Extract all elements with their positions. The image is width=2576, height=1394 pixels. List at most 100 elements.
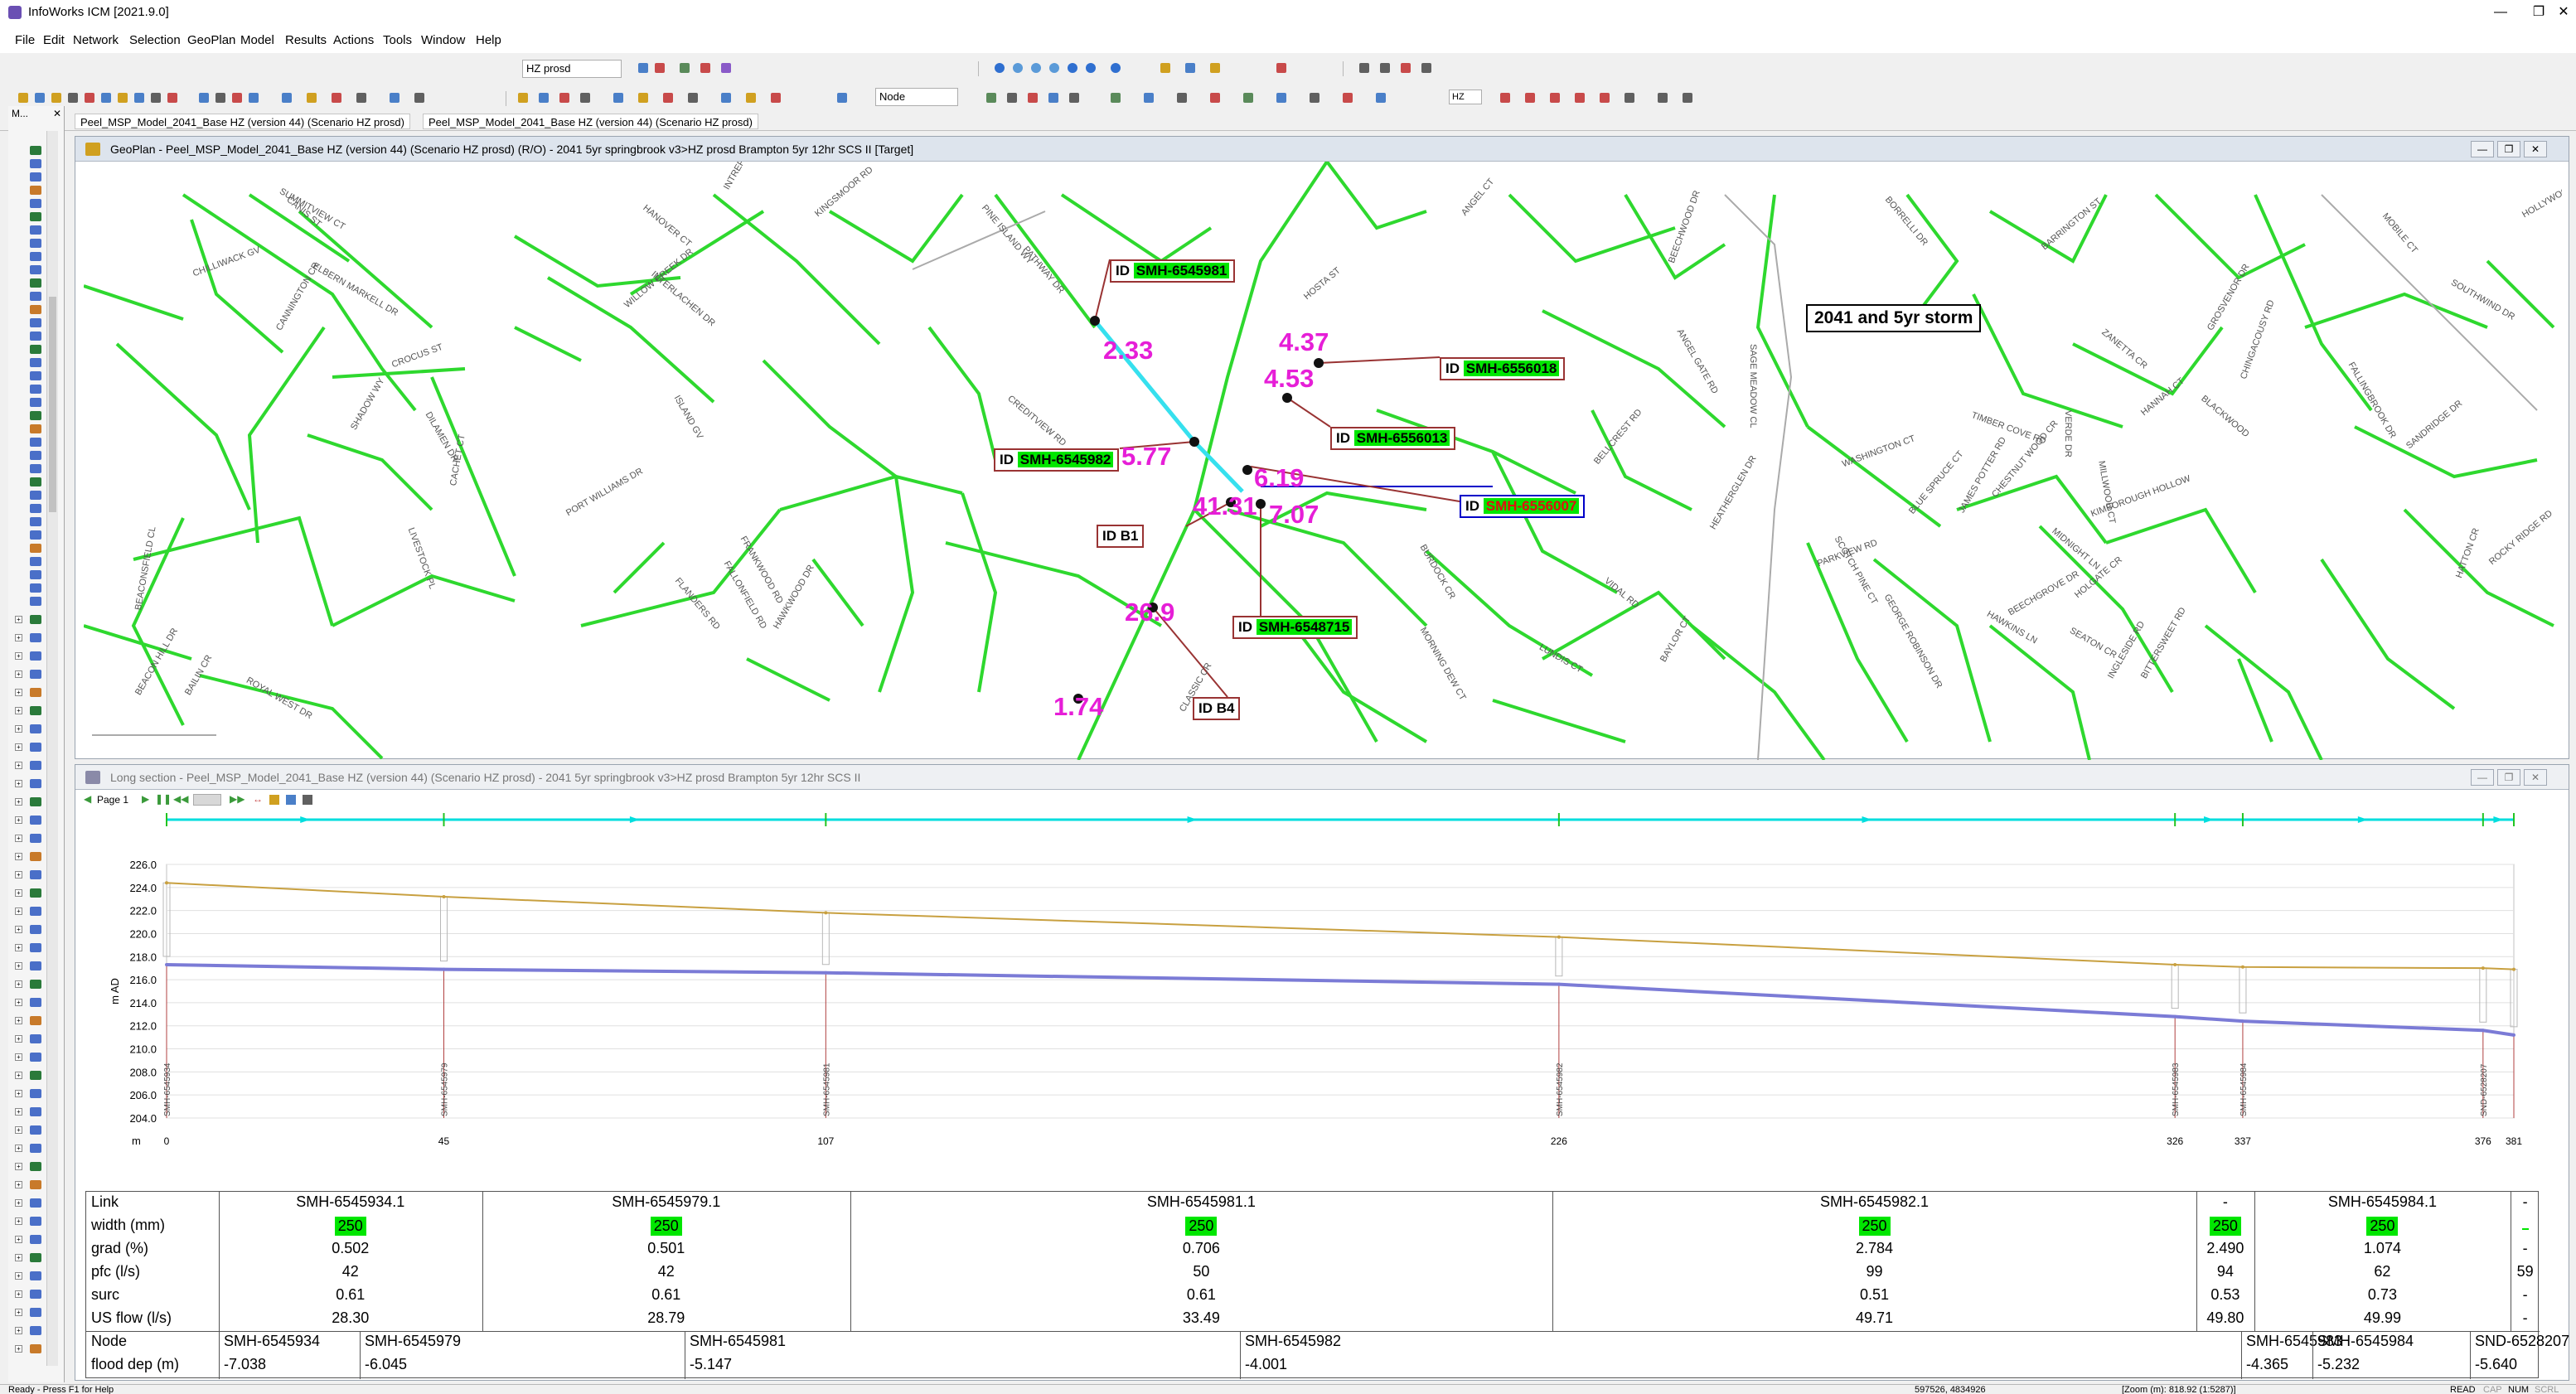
sewer-pipe[interactable]: [613, 541, 666, 594]
tree-item-icon[interactable]: [30, 688, 41, 697]
tool-icon[interactable]: [232, 93, 242, 103]
sewer-pipe[interactable]: [2072, 326, 2224, 396]
tree-expand-icon[interactable]: +: [15, 1254, 22, 1261]
tree-expand-icon[interactable]: +: [15, 689, 22, 696]
tree-item-icon[interactable]: [30, 305, 41, 314]
tree-item-icon[interactable]: [30, 438, 41, 447]
tool-icon[interactable]: [1600, 93, 1610, 103]
tree-item-icon[interactable]: [30, 1198, 41, 1208]
tool-icon[interactable]: [721, 93, 731, 103]
long-section-chart[interactable]: 226.0 224.0 222.0 220.0 218.0 216.0 214.0 212.0…: [84, 813, 2554, 1186]
tool-icon[interactable]: [1185, 63, 1195, 73]
tool-icon[interactable]: [332, 93, 341, 103]
node-label[interactable]: ID SMH-6545982: [994, 448, 1120, 472]
tree-expand-icon[interactable]: +: [15, 1053, 22, 1061]
manhole-node[interactable]: [1314, 358, 1324, 368]
tree-item-icon[interactable]: [30, 1253, 41, 1262]
tool-icon[interactable]: [1575, 93, 1585, 103]
tree-expand-icon[interactable]: +: [15, 908, 22, 915]
tree-expand-icon[interactable]: +: [15, 999, 22, 1006]
tree-expand-icon[interactable]: +: [15, 1217, 22, 1225]
tree-item-icon[interactable]: [30, 424, 41, 433]
save-icon[interactable]: [35, 93, 45, 103]
tool-icon[interactable]: [1380, 63, 1390, 73]
tool-icon[interactable]: [1144, 93, 1154, 103]
tool-icon[interactable]: [51, 93, 61, 103]
tree-expand-icon[interactable]: +: [15, 1199, 22, 1207]
sewer-pipe[interactable]: [1972, 293, 2123, 428]
tool-icon[interactable]: [1376, 93, 1386, 103]
node-label[interactable]: ID SMH-6556018: [1440, 357, 1566, 380]
tool-icon[interactable]: [356, 93, 366, 103]
prev-icon[interactable]: ◀: [84, 793, 91, 805]
tool-icon[interactable]: [1525, 93, 1535, 103]
tool-icon[interactable]: [721, 63, 731, 73]
node-label[interactable]: ID SMH-6548715: [1232, 616, 1358, 639]
tool-icon[interactable]: [638, 63, 648, 73]
menu-network[interactable]: Network: [73, 33, 119, 47]
tree-item-icon[interactable]: [30, 1089, 41, 1098]
sewer-pipe[interactable]: [1806, 425, 1942, 528]
tool-icon[interactable]: [655, 63, 665, 73]
tree-expand-icon[interactable]: +: [15, 1345, 22, 1353]
tree-item-icon[interactable]: [30, 888, 41, 898]
geoplan-map[interactable]: SUMMITVIEW CT ELBERN MARKELL DR CHILLIWACK…: [84, 162, 2562, 760]
sewer-pipe[interactable]: [927, 326, 997, 461]
tree-item-icon[interactable]: [30, 1326, 41, 1335]
tool-icon[interactable]: [638, 93, 648, 103]
tree-expand-icon[interactable]: +: [15, 871, 22, 879]
tool-icon[interactable]: [134, 93, 144, 103]
tree-item-icon[interactable]: [30, 998, 41, 1007]
tree-item-icon[interactable]: [30, 743, 41, 752]
tool-icon[interactable]: [249, 93, 259, 103]
manhole-node[interactable]: [1242, 465, 1252, 475]
explorer-close-icon[interactable]: ✕: [53, 108, 61, 119]
tree-expand-icon[interactable]: +: [15, 1108, 22, 1116]
tree-expand-icon[interactable]: +: [15, 1090, 22, 1097]
menu-edit[interactable]: Edit: [43, 33, 65, 47]
tool-icon[interactable]: [1028, 93, 1038, 103]
tree-expand-icon[interactable]: +: [15, 1290, 22, 1298]
tree-item-icon[interactable]: [30, 212, 41, 221]
tree-expand-icon[interactable]: +: [15, 743, 22, 751]
tool-icon[interactable]: [1007, 93, 1017, 103]
tool-icon[interactable]: [1069, 93, 1079, 103]
tree-item-icon[interactable]: [30, 398, 41, 407]
tool-icon[interactable]: [303, 795, 312, 805]
tree-item-icon[interactable]: [30, 199, 41, 208]
tool-icon[interactable]: [1310, 93, 1319, 103]
sewer-pipe[interactable]: [247, 326, 326, 544]
node-label[interactable]: ID SMH-6545981: [1110, 259, 1236, 283]
menu-selection[interactable]: Selection: [129, 33, 181, 47]
tree-item-icon[interactable]: [30, 761, 41, 770]
tree-item-icon[interactable]: [30, 1180, 41, 1189]
tree-item-icon[interactable]: [30, 779, 41, 788]
tool-icon[interactable]: [1658, 93, 1668, 103]
minimize-icon[interactable]: —: [2482, 0, 2520, 25]
tree-item-icon[interactable]: [30, 332, 41, 341]
tree-item-icon[interactable]: [30, 544, 41, 553]
tree-expand-icon[interactable]: +: [15, 707, 22, 714]
time-slider[interactable]: [193, 794, 221, 806]
tree-item-icon[interactable]: [30, 1235, 41, 1244]
tool-icon[interactable]: [390, 93, 399, 103]
sewer-pipe[interactable]: [2154, 193, 2306, 280]
node-label[interactable]: ID B1: [1097, 525, 1145, 548]
tree-item-icon[interactable]: [30, 451, 41, 460]
tree-item-icon[interactable]: [30, 943, 41, 952]
tool-icon[interactable]: [1013, 63, 1023, 73]
sewer-pipe[interactable]: [2320, 558, 2456, 710]
geoplan-minimize-icon[interactable]: —: [2471, 141, 2494, 157]
explorer-scrollbar[interactable]: [46, 131, 58, 1366]
tool-icon[interactable]: [986, 93, 996, 103]
tree-item-icon[interactable]: [30, 1344, 41, 1353]
tree-expand-icon[interactable]: +: [15, 725, 22, 733]
selected-node-label[interactable]: ID SMH-6556007: [1460, 495, 1586, 518]
sewer-pipe[interactable]: [878, 476, 915, 693]
tree-item-icon[interactable]: [30, 146, 41, 155]
tree-item-icon[interactable]: [30, 1290, 41, 1299]
tree-item-icon[interactable]: [30, 1217, 41, 1226]
tool-icon[interactable]: [199, 93, 209, 103]
tree-item-icon[interactable]: [30, 870, 41, 879]
menu-geoplan[interactable]: GeoPlan: [187, 33, 235, 47]
